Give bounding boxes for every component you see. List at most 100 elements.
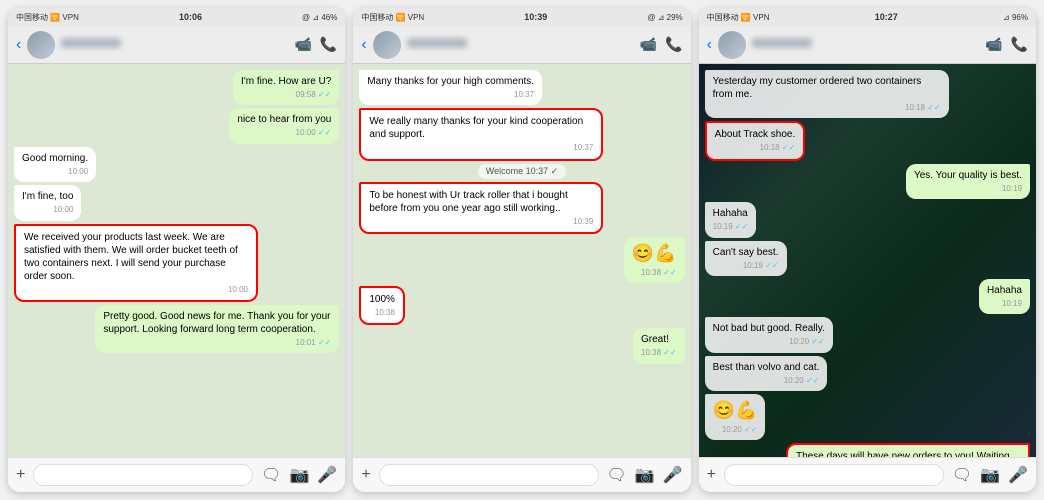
- message-text: To be honest with Ur track roller that i…: [369, 189, 593, 215]
- message-text: Pretty good. Good news for me. Thank you…: [103, 310, 331, 336]
- message-row-2: About Track shoe.10:18 ✓✓: [705, 121, 1030, 160]
- message-time: 10:37: [369, 143, 593, 153]
- message-text: nice to hear from you: [237, 113, 331, 126]
- sticker-icon[interactable]: 🗨: [261, 465, 281, 485]
- message-row-1: Yesterday my customer ordered two contai…: [705, 70, 1030, 118]
- plus-button[interactable]: +: [361, 466, 370, 484]
- message-time: 10:00 ✓✓: [237, 128, 331, 138]
- bottom-bar: + 🗨 📷 🎤: [8, 457, 345, 492]
- message-text: About Track shoe.: [715, 128, 796, 141]
- chat-header: ‹ 📹 📞: [8, 26, 345, 64]
- mic-icon[interactable]: 🎤: [317, 465, 337, 485]
- header-icons: 📹 📞: [294, 36, 337, 53]
- message-row-5: 😊💪10:38 ✓✓: [359, 237, 684, 283]
- message-text: Can't say best.: [713, 246, 779, 259]
- message-row-10: These days will have new orders to you! …: [705, 443, 1030, 457]
- message-row-1: Many thanks for your high comments.10:37: [359, 70, 684, 105]
- bubble-5: We received your products last week. We …: [14, 224, 258, 302]
- message-time: 10:20 ✓✓: [713, 376, 820, 386]
- message-row-7: Not bad but good. Really.10:20 ✓✓: [705, 317, 1030, 352]
- phone-call-icon[interactable]: 📞: [320, 36, 337, 53]
- phone-2: 中国移动 🛜 VPN 10:39 @ ⊿ 29% ‹ 📹 📞 Many than…: [353, 8, 690, 492]
- emoji-content: 😊💪: [713, 399, 758, 422]
- camera-icon[interactable]: 📷: [980, 465, 1000, 485]
- message-input[interactable]: [379, 464, 599, 486]
- message-text: Great!: [641, 333, 677, 346]
- sticker-icon[interactable]: 🗨: [607, 465, 627, 485]
- message-time: 10:00: [22, 167, 88, 177]
- bubble-3: Yes. Your quality is best.10:19: [906, 164, 1030, 199]
- camera-icon[interactable]: 📷: [635, 465, 655, 485]
- bubble-6: Pretty good. Good news for me. Thank you…: [95, 305, 339, 353]
- message-input[interactable]: [724, 464, 944, 486]
- phone-call-icon[interactable]: 📞: [665, 36, 682, 53]
- back-button[interactable]: ‹: [16, 36, 21, 54]
- message-row-6: 100%10:38: [359, 286, 684, 325]
- status-right: ⊿ 96%: [1003, 13, 1028, 22]
- video-call-icon[interactable]: 📹: [640, 36, 657, 53]
- chat-header: ‹ 📹 📞: [699, 26, 1036, 64]
- message-time: 10:00: [22, 205, 73, 215]
- message-text: Yesterday my customer ordered two contai…: [713, 75, 941, 101]
- chat-area: Many thanks for your high comments.10:37…: [353, 64, 690, 457]
- status-bar: 中国移动 🛜 VPN 10:06 @ ⊿ 46%: [8, 8, 345, 26]
- bubble-3: Good morning.10:00: [14, 147, 96, 182]
- message-row-1: I'm fine. How are U?09:58 ✓✓: [14, 70, 339, 105]
- bubble-7: Great!10:38 ✓✓: [633, 328, 685, 363]
- sticker-icon[interactable]: 🗨: [952, 465, 972, 485]
- message-time: 10:19: [987, 299, 1022, 309]
- avatar: [718, 31, 746, 59]
- avatar: [373, 31, 401, 59]
- message-row-3: Yes. Your quality is best.10:19: [705, 164, 1030, 199]
- phone-call-icon[interactable]: 📞: [1011, 36, 1028, 53]
- avatar: [27, 31, 55, 59]
- back-button[interactable]: ‹: [707, 36, 712, 54]
- video-call-icon[interactable]: 📹: [985, 36, 1002, 53]
- back-button[interactable]: ‹: [361, 36, 366, 54]
- message-text: Best than volvo and cat.: [713, 361, 820, 374]
- message-text: These days will have new orders to you! …: [796, 450, 1020, 457]
- header-icons: 📹 📞: [985, 36, 1028, 53]
- status-left: 中国移动 🛜 VPN: [16, 12, 79, 23]
- message-time: 10:19: [914, 184, 1022, 194]
- message-time: 10:20 ✓✓: [713, 425, 758, 435]
- status-left: 中国移动 🛜 VPN: [707, 12, 770, 23]
- camera-icon[interactable]: 📷: [289, 465, 309, 485]
- bubble-4: To be honest with Ur track roller that i…: [359, 182, 603, 234]
- message-time: 10:00: [24, 285, 248, 295]
- bubble-10: These days will have new orders to you! …: [786, 443, 1030, 457]
- message-time: 10:18 ✓✓: [713, 103, 941, 113]
- message-row-6: Hahaha 10:19: [705, 279, 1030, 314]
- message-text: We received your products last week. We …: [24, 231, 248, 283]
- status-bar: 中国移动 🛜 VPN 10:27 ⊿ 96%: [699, 8, 1036, 26]
- mic-icon[interactable]: 🎤: [1008, 465, 1028, 485]
- bubble-2: nice to hear from you 10:00 ✓✓: [229, 108, 339, 143]
- message-time: 10:19 ✓✓: [713, 261, 779, 271]
- contact-name: [752, 38, 979, 51]
- bubble-7: Not bad but good. Really.10:20 ✓✓: [705, 317, 833, 352]
- phone-container: 中国移动 🛜 VPN 10:06 @ ⊿ 46% ‹ 📹 📞 I'm fine.…: [0, 0, 1044, 500]
- status-right: @ ⊿ 29%: [647, 13, 682, 22]
- message-time: 10:20 ✓✓: [713, 337, 825, 347]
- bottom-bar: + 🗨 📷 🎤: [353, 457, 690, 492]
- bubble-1: Yesterday my customer ordered two contai…: [705, 70, 949, 118]
- video-call-icon[interactable]: 📹: [294, 36, 311, 53]
- bubble-5: Can't say best. 10:19 ✓✓: [705, 241, 787, 276]
- contact-name: [61, 38, 288, 51]
- plus-button[interactable]: +: [16, 466, 25, 484]
- mic-icon[interactable]: 🎤: [663, 465, 683, 485]
- emoji-content: 😊💪: [632, 242, 677, 265]
- status-right: @ ⊿ 46%: [302, 13, 337, 22]
- phone-3: 中国移动 🛜 VPN 10:27 ⊿ 96% ‹ 📹 📞 Yesterday m…: [699, 8, 1036, 492]
- message-text: Many thanks for your high comments.: [367, 75, 534, 88]
- message-row-8: Best than volvo and cat. 10:20 ✓✓: [705, 356, 1030, 391]
- bubble-4: Hahaha10:19 ✓✓: [705, 202, 757, 237]
- message-row-5: We received your products last week. We …: [14, 224, 339, 302]
- message-input[interactable]: [33, 464, 253, 486]
- plus-button[interactable]: +: [707, 466, 716, 484]
- phone-1: 中国移动 🛜 VPN 10:06 @ ⊿ 46% ‹ 📹 📞 I'm fine.…: [8, 8, 345, 492]
- status-left: 中国移动 🛜 VPN: [361, 12, 424, 23]
- chat-header: ‹ 📹 📞: [353, 26, 690, 64]
- bubble-4: I'm fine, too10:00: [14, 185, 81, 220]
- message-text: Hahaha: [987, 284, 1022, 297]
